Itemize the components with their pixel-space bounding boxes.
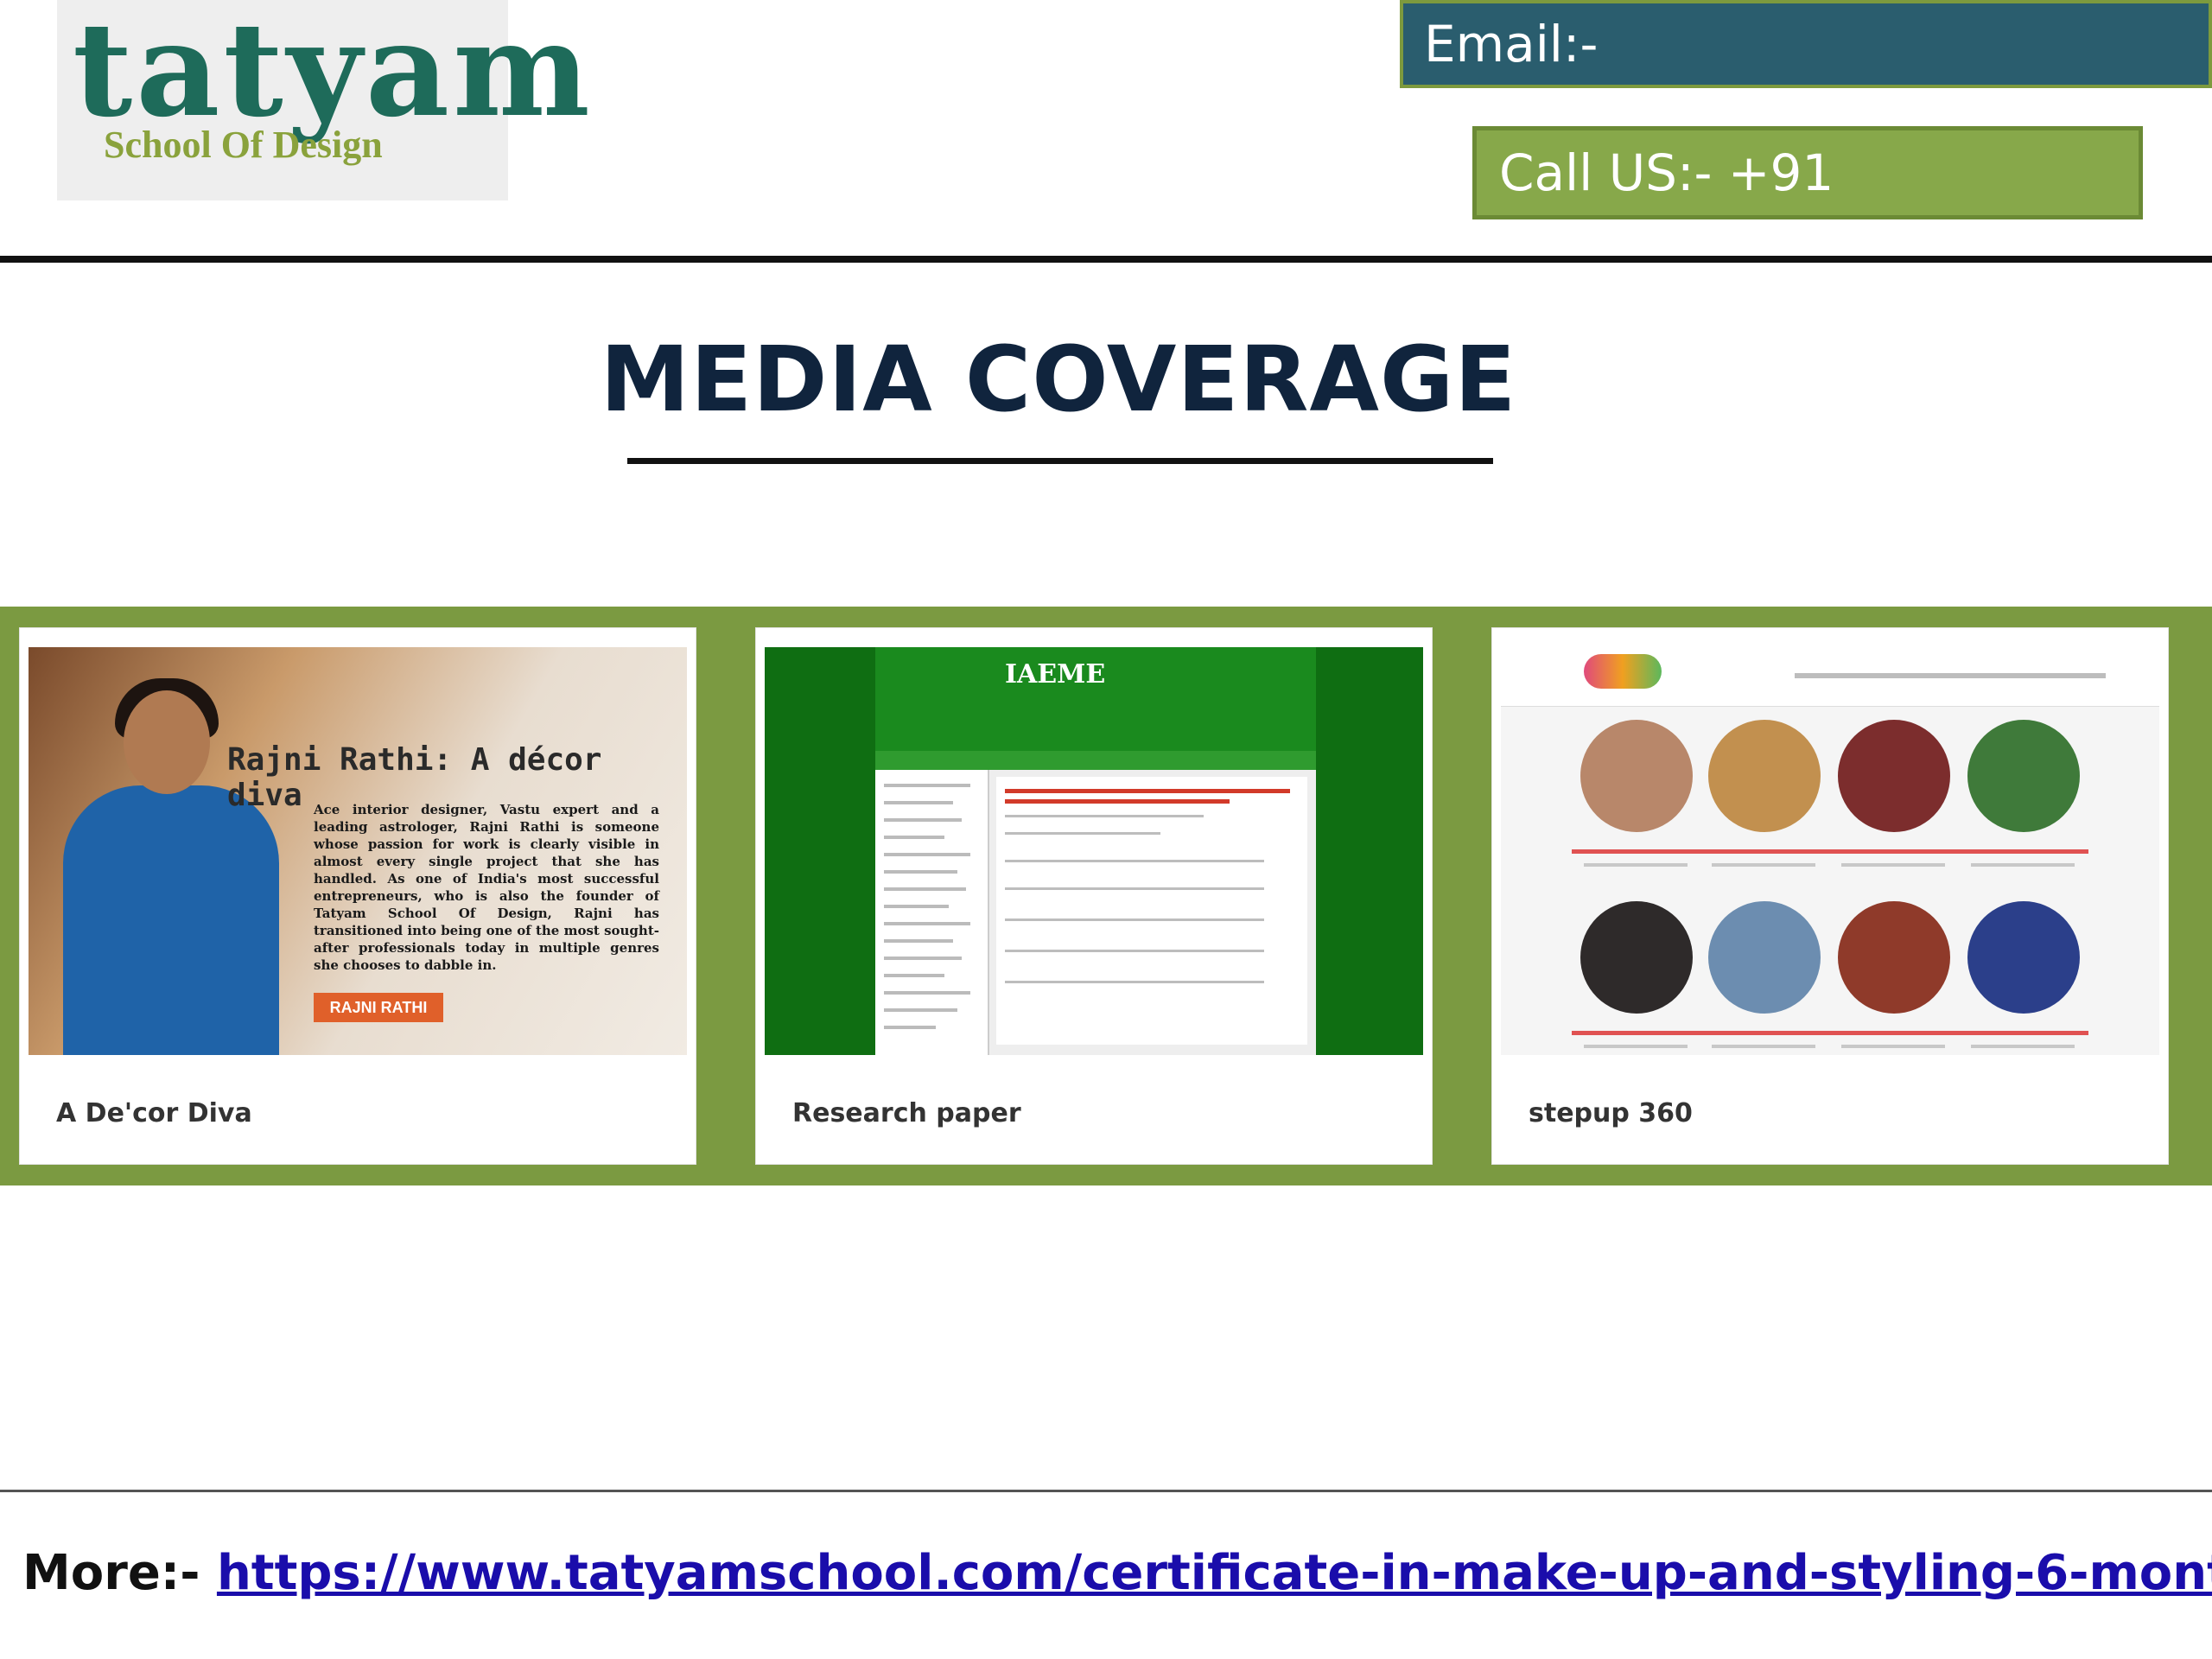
research-paper-thumbnail[interactable]: IAEME (765, 647, 1423, 1055)
header-divider (0, 256, 2212, 263)
logo-wordmark: tatyam (73, 0, 594, 146)
speaker-photo (1967, 901, 2080, 1014)
article-text: Ace interior designer, Vastu expert and … (314, 802, 659, 973)
course-link[interactable]: https://www.tatyamschool.com/certificate… (217, 1545, 2212, 1601)
speaker-photo (1838, 901, 1950, 1014)
stepup-360-thumbnail[interactable] (1501, 647, 2159, 1055)
speaker-photo (1708, 901, 1821, 1014)
media-card-decor-diva[interactable]: Rajni Rathi: A décor diva Ace interior d… (19, 627, 696, 1165)
speaker-photo (1838, 720, 1950, 832)
media-card-research-paper[interactable]: IAEME Research paper (755, 627, 1433, 1165)
email-contact-banner[interactable]: Email:- info@tatyamschool.com (1400, 0, 2212, 155)
journal-page-screenshot: IAEME (875, 647, 1316, 1055)
title-underline (627, 458, 1493, 464)
school-logo[interactable]: tatyam School Of Design (57, 0, 590, 200)
journal-logo: IAEME (1005, 659, 1106, 690)
more-info-line: More:- https://www.tatyamschool.com/cert… (22, 1545, 2212, 1601)
speaker-photo (1580, 720, 1693, 832)
media-card-stepup-360[interactable]: stepup 360 (1491, 627, 2169, 1165)
card-caption[interactable]: Research paper (792, 1098, 1021, 1128)
decor-diva-thumbnail[interactable]: Rajni Rathi: A décor diva Ace interior d… (29, 647, 687, 1055)
footer-divider (0, 1490, 2212, 1492)
card-caption[interactable]: A De'cor Diva (56, 1098, 252, 1128)
site-header-strip (1501, 647, 2159, 707)
speaker-photo (1580, 901, 1693, 1014)
page-title: MEDIA COVERAGE (600, 327, 1517, 432)
speaker-photo (1967, 720, 2080, 832)
call-contact-banner[interactable]: Call US:- +91 9818873353 (1472, 126, 2143, 287)
card-caption[interactable]: stepup 360 (1529, 1098, 1693, 1128)
more-label: More:- (22, 1545, 217, 1601)
portrait-image (63, 673, 279, 1055)
media-coverage-panel: Rajni Rathi: A décor diva Ace interior d… (0, 607, 2212, 1185)
logo-subtitle: School Of Design (104, 124, 383, 166)
article-badge: RAJNI RATHI (314, 993, 443, 1022)
speaker-photo (1708, 720, 1821, 832)
stepup-logo (1584, 654, 1662, 689)
